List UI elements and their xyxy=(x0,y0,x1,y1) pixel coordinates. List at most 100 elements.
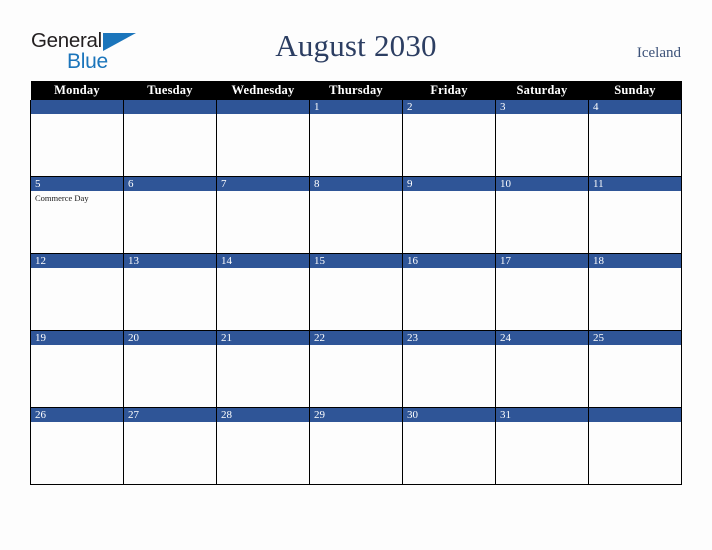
calendar-day-cell[interactable]: 21 xyxy=(216,330,310,408)
calendar-body: 1 2 3 4 5 Commerce Day 6 7 8 9 10 11 12 13 14 15 16 17 18 1… xyxy=(30,100,682,485)
day-number: 3 xyxy=(496,100,588,114)
day-events xyxy=(496,422,588,424)
calendar-day-cell[interactable]: 5 Commerce Day xyxy=(30,176,124,254)
day-events xyxy=(31,114,123,116)
day-events xyxy=(589,268,681,270)
day-number: 31 xyxy=(496,408,588,422)
day-number: 9 xyxy=(403,177,495,191)
calendar-day-cell[interactable]: 16 xyxy=(402,253,496,331)
day-number: 21 xyxy=(217,331,309,345)
day-events xyxy=(124,114,216,116)
weekday-header-wednesday: Wednesday xyxy=(216,81,310,100)
calendar-day-cell[interactable] xyxy=(123,100,217,177)
calendar-day-cell[interactable]: 20 xyxy=(123,330,217,408)
calendar-day-cell[interactable]: 25 xyxy=(588,330,682,408)
calendar-day-cell[interactable] xyxy=(588,407,682,485)
day-number: 18 xyxy=(589,254,681,268)
day-number: 13 xyxy=(124,254,216,268)
day-events xyxy=(589,114,681,116)
calendar-day-cell[interactable]: 19 xyxy=(30,330,124,408)
calendar-day-cell[interactable]: 27 xyxy=(123,407,217,485)
calendar-week-row: 5 Commerce Day 6 7 8 9 10 11 xyxy=(30,176,682,254)
calendar-day-cell[interactable]: 11 xyxy=(588,176,682,254)
day-events xyxy=(124,345,216,347)
calendar-week-row: 12 13 14 15 16 17 18 xyxy=(30,253,682,331)
day-events xyxy=(310,191,402,193)
weekday-header-monday: Monday xyxy=(30,81,124,100)
calendar-day-cell[interactable]: 24 xyxy=(495,330,589,408)
event-label[interactable]: Commerce Day xyxy=(35,193,120,204)
day-events xyxy=(217,191,309,193)
calendar-day-cell[interactable]: 4 xyxy=(588,100,682,177)
calendar-week-row: 26 27 28 29 30 31 xyxy=(30,407,682,485)
calendar-day-cell[interactable]: 17 xyxy=(495,253,589,331)
day-number: 12 xyxy=(31,254,123,268)
day-events xyxy=(31,422,123,424)
day-number: 25 xyxy=(589,331,681,345)
calendar-day-cell[interactable]: 14 xyxy=(216,253,310,331)
day-number: 4 xyxy=(589,100,681,114)
calendar-day-cell[interactable]: 18 xyxy=(588,253,682,331)
day-events xyxy=(217,345,309,347)
day-number: 15 xyxy=(310,254,402,268)
day-events xyxy=(124,191,216,193)
day-number: 24 xyxy=(496,331,588,345)
weekday-header-row: Monday Tuesday Wednesday Thursday Friday… xyxy=(30,81,682,100)
calendar-day-cell[interactable]: 7 xyxy=(216,176,310,254)
calendar-day-cell[interactable]: 8 xyxy=(309,176,403,254)
day-events xyxy=(496,191,588,193)
calendar-day-cell[interactable]: 23 xyxy=(402,330,496,408)
day-events xyxy=(31,268,123,270)
day-events xyxy=(124,268,216,270)
calendar-day-cell[interactable]: 30 xyxy=(402,407,496,485)
weekday-header-thursday: Thursday xyxy=(309,81,403,100)
day-events xyxy=(589,191,681,193)
calendar-page: General Blue August 2030 Iceland Monday … xyxy=(0,0,712,550)
day-number: 7 xyxy=(217,177,309,191)
calendar-week-row: 19 20 21 22 23 24 25 xyxy=(30,330,682,408)
calendar-day-cell[interactable]: 31 xyxy=(495,407,589,485)
day-number: 14 xyxy=(217,254,309,268)
day-events xyxy=(217,114,309,116)
calendar-day-cell[interactable] xyxy=(216,100,310,177)
page-title: August 2030 xyxy=(275,28,437,63)
calendar-day-cell[interactable]: 9 xyxy=(402,176,496,254)
calendar-day-cell[interactable]: 28 xyxy=(216,407,310,485)
day-number: 22 xyxy=(310,331,402,345)
calendar-day-cell[interactable]: 29 xyxy=(309,407,403,485)
day-events xyxy=(310,114,402,116)
calendar-week-row: 1234 xyxy=(30,100,682,177)
calendar-day-cell[interactable]: 2 xyxy=(402,100,496,177)
calendar-day-cell[interactable]: 26 xyxy=(30,407,124,485)
day-events xyxy=(496,268,588,270)
day-number: 30 xyxy=(403,408,495,422)
day-number: 19 xyxy=(31,331,123,345)
weekday-header-tuesday: Tuesday xyxy=(123,81,217,100)
calendar-day-cell[interactable]: 12 xyxy=(30,253,124,331)
day-number xyxy=(124,100,216,114)
calendar-day-cell[interactable]: 6 xyxy=(123,176,217,254)
day-number: 28 xyxy=(217,408,309,422)
day-number: 1 xyxy=(310,100,402,114)
day-number: 23 xyxy=(403,331,495,345)
day-number: 26 xyxy=(31,408,123,422)
calendar-day-cell[interactable]: 1 xyxy=(309,100,403,177)
day-number xyxy=(217,100,309,114)
day-number: 16 xyxy=(403,254,495,268)
calendar-day-cell[interactable]: 15 xyxy=(309,253,403,331)
calendar-day-cell[interactable] xyxy=(30,100,124,177)
calendar-day-cell[interactable]: 10 xyxy=(495,176,589,254)
day-number: 6 xyxy=(124,177,216,191)
day-events xyxy=(496,345,588,347)
calendar-day-cell[interactable]: 13 xyxy=(123,253,217,331)
day-events xyxy=(589,345,681,347)
day-number: 27 xyxy=(124,408,216,422)
calendar-day-cell[interactable]: 3 xyxy=(495,100,589,177)
day-number: 10 xyxy=(496,177,588,191)
day-events xyxy=(217,422,309,424)
day-number: 29 xyxy=(310,408,402,422)
day-number: 8 xyxy=(310,177,402,191)
weekday-header-friday: Friday xyxy=(402,81,496,100)
calendar-day-cell[interactable]: 22 xyxy=(309,330,403,408)
day-number xyxy=(589,408,681,422)
